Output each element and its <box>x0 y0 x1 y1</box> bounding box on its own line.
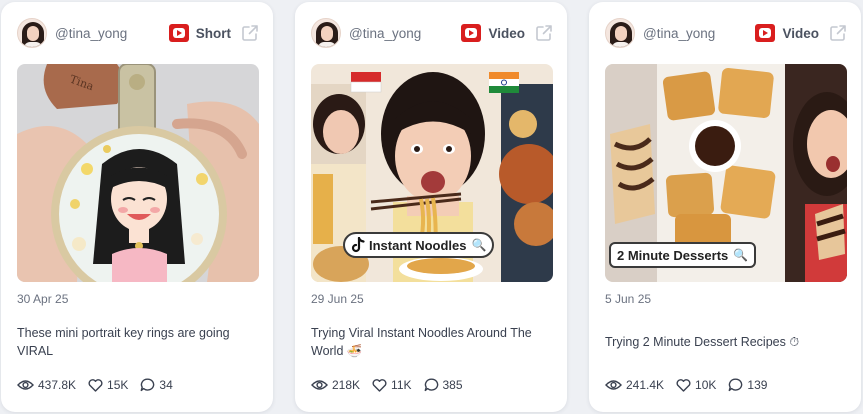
content-type-badge: Video <box>461 24 525 42</box>
heart-icon <box>88 378 103 392</box>
search-icon: 🔍 <box>471 238 487 252</box>
post-card[interactable]: @tina_yong Short Tina 30 Apr 25 These mi… <box>1 2 273 412</box>
video-thumbnail[interactable]: Tina <box>17 64 259 282</box>
tiktok-icon <box>351 237 365 253</box>
youtube-icon <box>168 24 189 42</box>
heart-icon <box>676 378 691 392</box>
views-count: 437.8K <box>38 378 77 392</box>
content-type-label: Short <box>195 25 231 41</box>
card-header: @tina_yong Short <box>17 18 259 48</box>
comments-stat: 385 <box>424 378 463 392</box>
post-title[interactable]: Trying 2 Minute Dessert Recipes ⏱ <box>605 333 845 351</box>
likes-stat: 15K <box>88 378 128 392</box>
post-title[interactable]: Trying Viral Instant Noodles Around The … <box>311 324 551 360</box>
publish-date: 5 Jun 25 <box>605 292 652 306</box>
heart-icon <box>372 378 387 392</box>
views-stat: 241.4K <box>605 378 664 392</box>
creator-handle[interactable]: @tina_yong <box>55 26 169 41</box>
likes-stat: 11K <box>372 378 412 392</box>
card-header: @tina_yong Video <box>311 18 553 48</box>
eye-icon <box>17 380 34 390</box>
eye-icon <box>605 380 622 390</box>
comment-icon <box>729 378 743 392</box>
views-stat: 437.8K <box>17 378 76 392</box>
publish-date: 29 Jun 25 <box>311 292 364 306</box>
avatar[interactable] <box>311 18 341 48</box>
eye-icon <box>311 380 328 390</box>
content-type-badge: Video <box>755 24 819 42</box>
likes-stat: 10K <box>676 378 716 392</box>
likes-count: 15K <box>107 378 129 392</box>
external-link-icon[interactable] <box>535 24 553 42</box>
thumbnail-caption-text: Instant Noodles <box>369 237 467 253</box>
comments-stat: 139 <box>728 378 767 392</box>
comments-count: 139 <box>747 378 768 392</box>
comments-count: 385 <box>442 378 463 392</box>
avatar[interactable] <box>17 18 47 48</box>
views-count: 241.4K <box>626 378 665 392</box>
likes-count: 10K <box>695 378 717 392</box>
comment-icon <box>424 378 438 392</box>
views-count: 218K <box>332 378 361 392</box>
post-card[interactable]: @tina_yong Video <box>589 2 861 412</box>
engagement-stats: 241.4K 10K 139 <box>605 378 779 392</box>
post-card[interactable]: @tina_yong Video <box>295 2 567 412</box>
comments-stat: 34 <box>140 378 173 392</box>
likes-count: 11K <box>391 378 412 392</box>
engagement-stats: 437.8K 15K 34 <box>17 378 185 392</box>
creator-handle[interactable]: @tina_yong <box>349 26 461 41</box>
post-title[interactable]: These mini portrait key rings are going … <box>17 324 257 360</box>
content-type-badge: Short <box>168 24 231 42</box>
engagement-stats: 218K 11K 385 <box>311 378 475 392</box>
youtube-icon <box>461 24 482 42</box>
external-link-icon[interactable] <box>241 24 259 42</box>
publish-date: 30 Apr 25 <box>17 292 69 306</box>
thumbnail-caption-pill: 2 Minute Desserts 🔍 <box>609 242 757 268</box>
thumbnail-caption-pill: Instant Noodles 🔍 <box>343 232 495 258</box>
keyring-thumbnail-image: Tina <box>17 64 259 282</box>
video-thumbnail[interactable]: Instant Noodles 🔍 <box>311 64 553 282</box>
thumbnail-caption-text: 2 Minute Desserts <box>617 247 729 263</box>
youtube-icon <box>755 24 776 42</box>
creator-handle[interactable]: @tina_yong <box>643 26 755 41</box>
external-link-icon[interactable] <box>829 24 847 42</box>
views-stat: 218K <box>311 378 360 392</box>
comment-icon <box>141 378 155 392</box>
avatar[interactable] <box>605 18 635 48</box>
video-thumbnail[interactable]: 2 Minute Desserts 🔍 <box>605 64 847 282</box>
content-type-label: Video <box>782 25 819 41</box>
content-type-label: Video <box>488 25 525 41</box>
search-icon: 🔍 <box>733 248 749 262</box>
card-header: @tina_yong Video <box>605 18 847 48</box>
comments-count: 34 <box>159 378 173 392</box>
